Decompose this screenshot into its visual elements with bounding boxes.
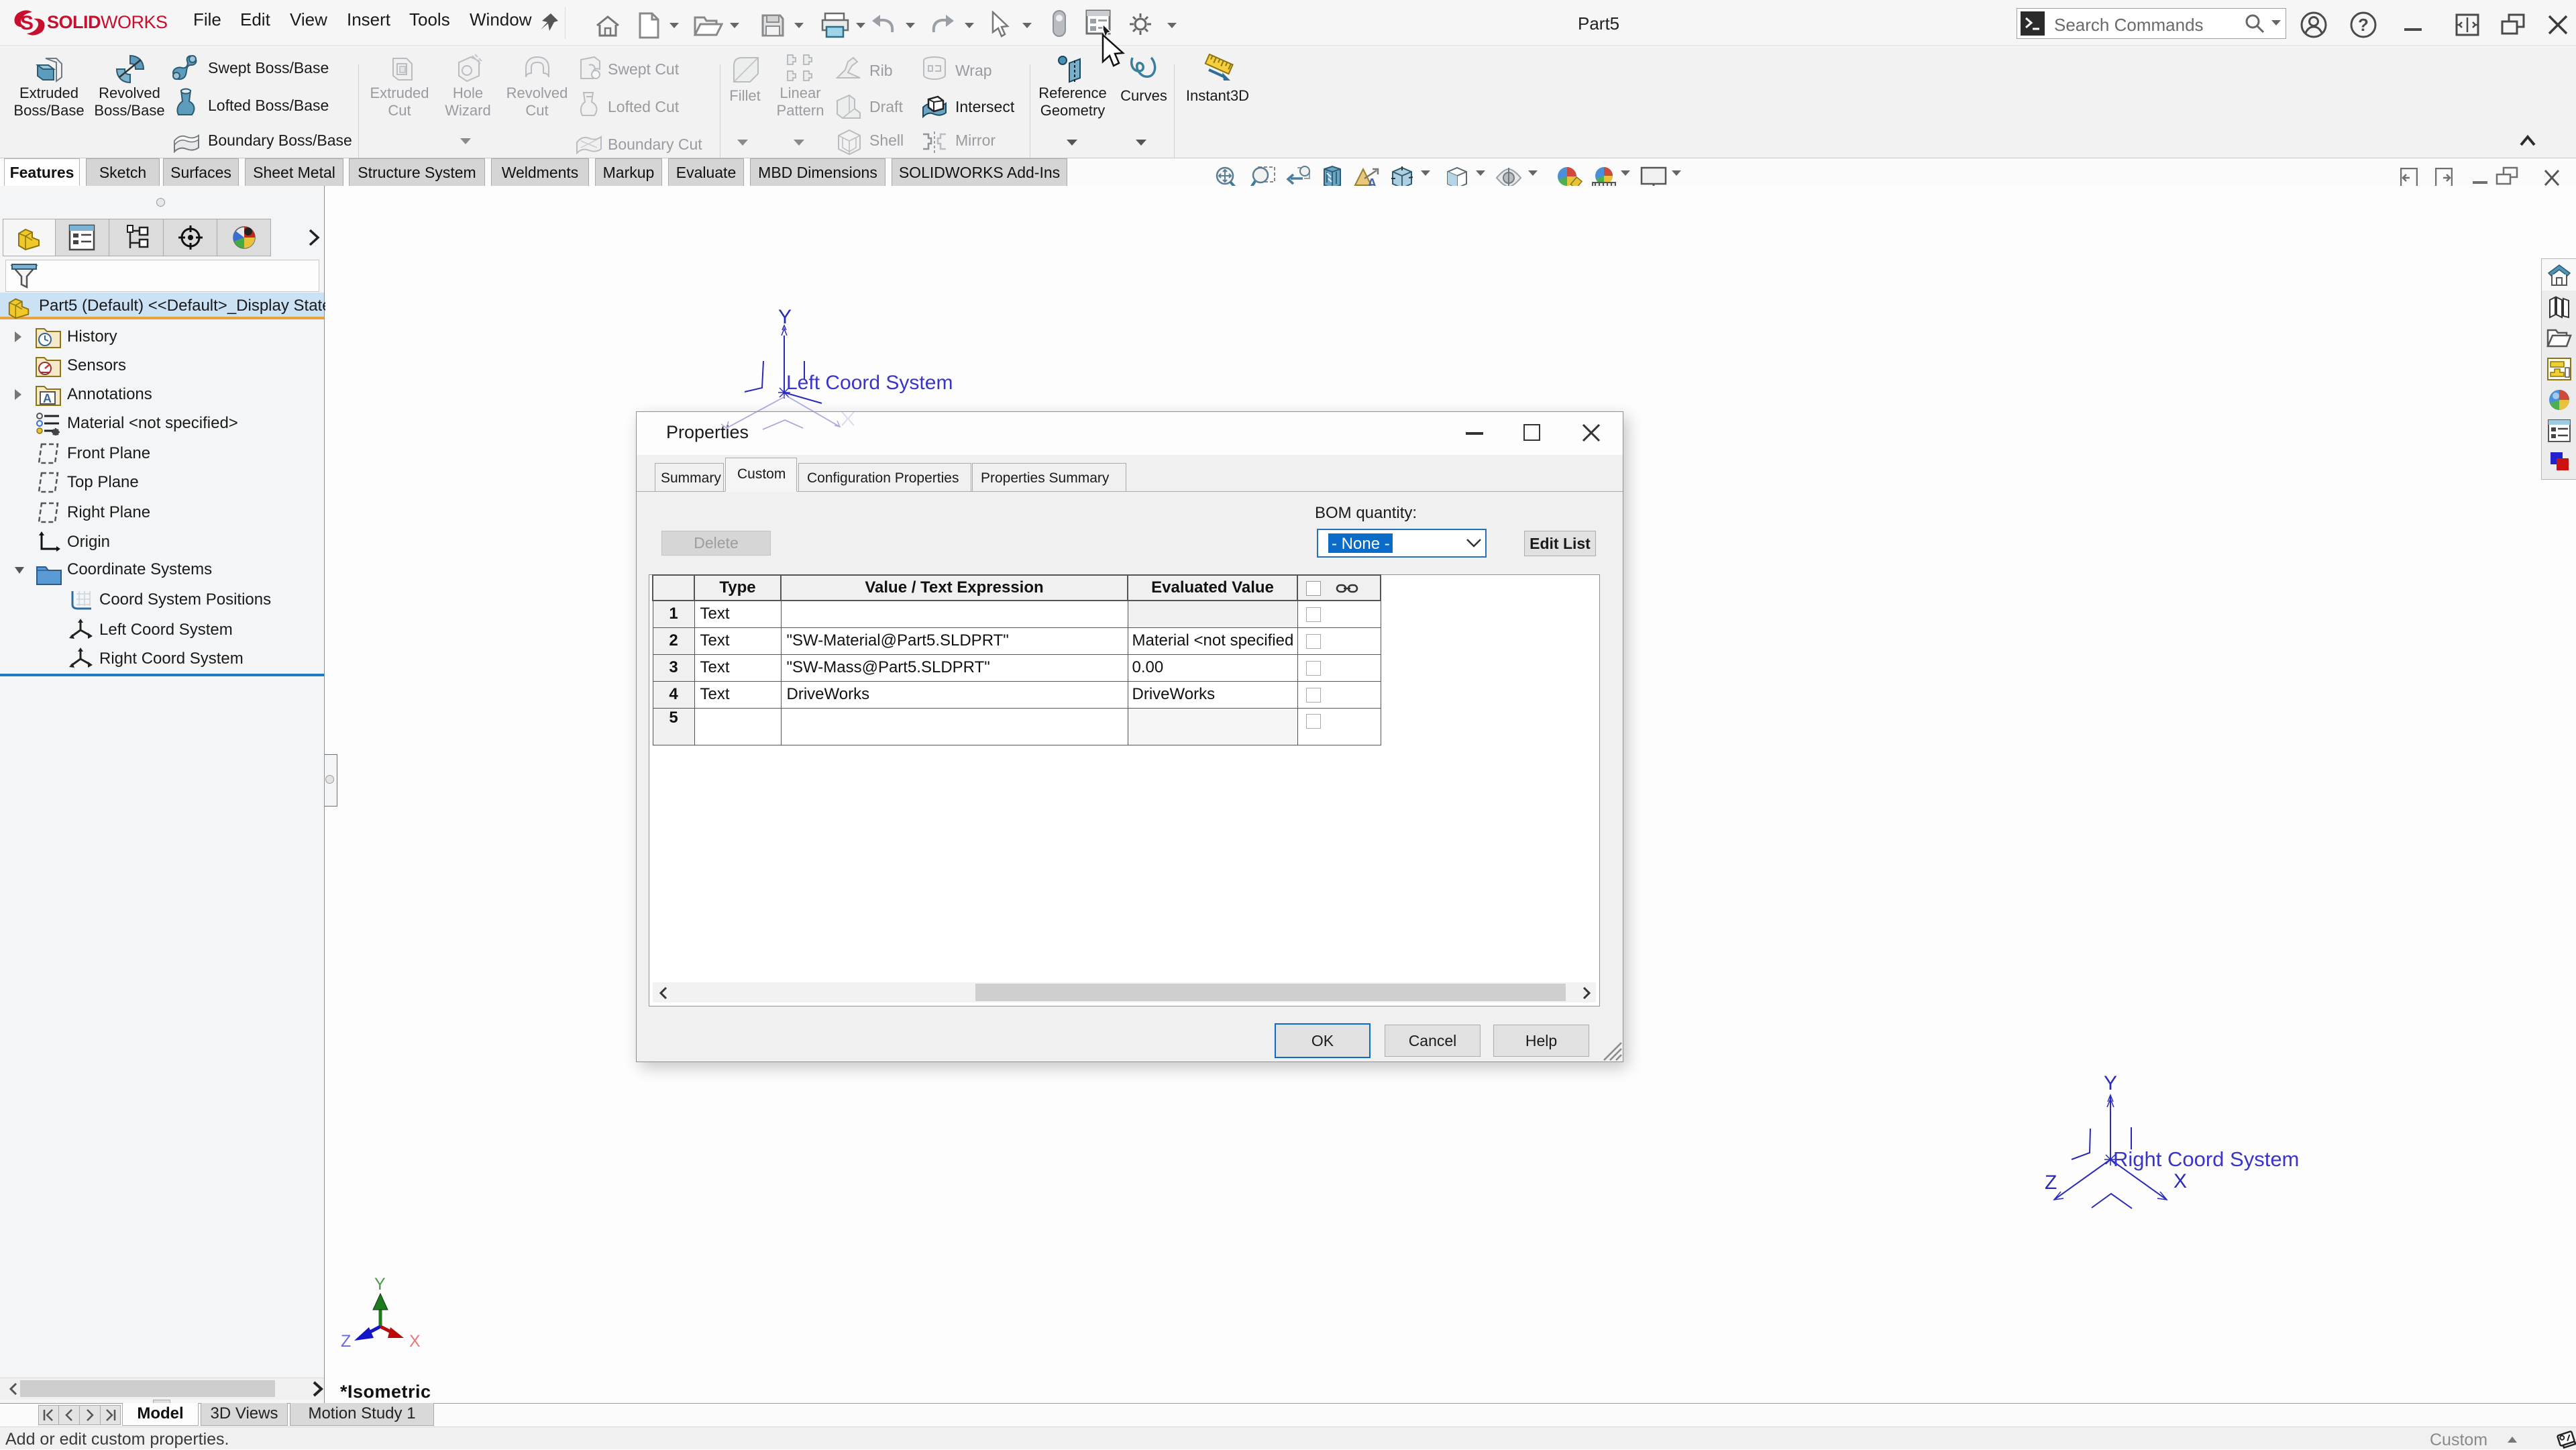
svg-text:A: A [43,392,52,405]
svg-text:Z: Z [2045,1172,2057,1194]
svg-text:X: X [2174,1170,2187,1192]
svg-text:Y: Y [2104,1072,2117,1094]
svg-text:S: S [20,12,34,34]
svg-text:Right Coord System: Right Coord System [2113,1147,2299,1171]
svg-text:*Isometric: *Isometric [340,1382,431,1402]
svg-text:Left Coord System: Left Coord System [786,372,953,394]
svg-text:Z: Z [341,1332,351,1351]
svg-text:Y: Y [778,306,792,328]
svg-text:Y: Y [374,1275,386,1294]
svg-text:?: ? [2358,15,2369,35]
svg-text:X: X [409,1332,421,1351]
